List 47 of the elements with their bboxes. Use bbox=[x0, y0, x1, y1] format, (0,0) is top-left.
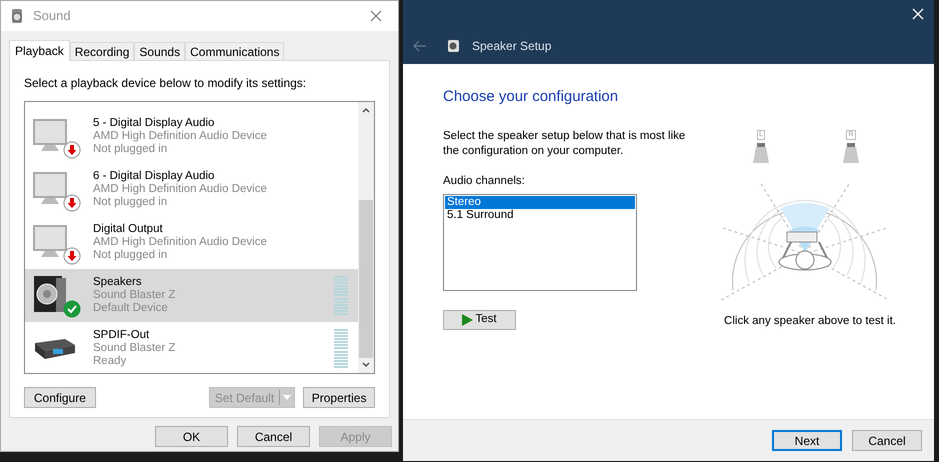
action-button[interactable]: Properties bbox=[303, 387, 375, 408]
device-status: Ready bbox=[93, 355, 128, 368]
speaker-icon bbox=[841, 143, 861, 163]
speaker-icon bbox=[447, 39, 460, 53]
device-driver: AMD High Definition Audio Device bbox=[93, 183, 268, 196]
list-option[interactable]: Stereo bbox=[445, 196, 635, 209]
instruction-text: Select a playback device below to modify its settings: bbox=[24, 75, 308, 92]
device-status: Not plugged in bbox=[93, 249, 168, 262]
device-name: Speakers bbox=[93, 276, 143, 289]
tab[interactable]: Playback bbox=[9, 40, 70, 61]
test-button[interactable]: Test bbox=[443, 310, 516, 330]
back-arrow-icon[interactable] bbox=[413, 40, 427, 52]
window-title: Sound bbox=[33, 7, 71, 26]
device-row[interactable]: Speakers Sound Blaster Z Default Device bbox=[25, 269, 358, 322]
list-option[interactable]: 5.1 Surround bbox=[445, 208, 635, 222]
action-button[interactable]: Configure bbox=[24, 387, 96, 408]
instruction-text: Select the speaker setup below that is most like the configuration on your computer. bbox=[443, 128, 686, 158]
device-driver: Sound Blaster Z bbox=[93, 289, 176, 302]
dialog-button[interactable]: Next bbox=[772, 430, 842, 451]
device-status: Not plugged in bbox=[93, 143, 168, 156]
tab[interactable]: Recording bbox=[70, 42, 134, 60]
device-status: Not plugged in bbox=[93, 196, 168, 209]
tab[interactable]: Sounds bbox=[134, 42, 186, 60]
dialog-button[interactable]: Cancel bbox=[852, 430, 922, 451]
hint-text: Click any speaker above to test it. bbox=[724, 314, 896, 329]
device-name: 6 - Digital Display Audio bbox=[93, 170, 216, 183]
scroll-up-icon[interactable] bbox=[361, 105, 371, 115]
window-title: Speaker Setup bbox=[472, 38, 552, 55]
scroll-down-icon[interactable] bbox=[361, 360, 371, 370]
speaker-icon bbox=[751, 143, 771, 163]
scroll-thumb[interactable] bbox=[359, 200, 373, 358]
channels-list[interactable]: Stereo 5.1 Surround bbox=[443, 194, 637, 291]
field-label: Audio channels: bbox=[443, 174, 526, 188]
device-name: SPDIF-Out bbox=[93, 329, 150, 342]
page-heading: Choose your configuration bbox=[443, 87, 620, 107]
device-name: Digital Output bbox=[93, 223, 164, 236]
play-icon bbox=[462, 314, 474, 326]
device-status: Default Device bbox=[93, 302, 169, 315]
dialog-button[interactable]: Cancel bbox=[237, 426, 310, 447]
device-name: 5 - Digital Display Audio bbox=[93, 117, 216, 130]
scrollbar[interactable] bbox=[358, 102, 374, 373]
device-driver: AMD High Definition Audio Device bbox=[93, 236, 268, 249]
tab[interactable]: Communications bbox=[185, 42, 284, 60]
dialog-button[interactable]: OK bbox=[155, 426, 228, 447]
device-driver: Sound Blaster Z bbox=[93, 342, 176, 355]
device-driver: AMD High Definition Audio Device bbox=[93, 130, 268, 143]
speaker-icon bbox=[9, 8, 25, 24]
